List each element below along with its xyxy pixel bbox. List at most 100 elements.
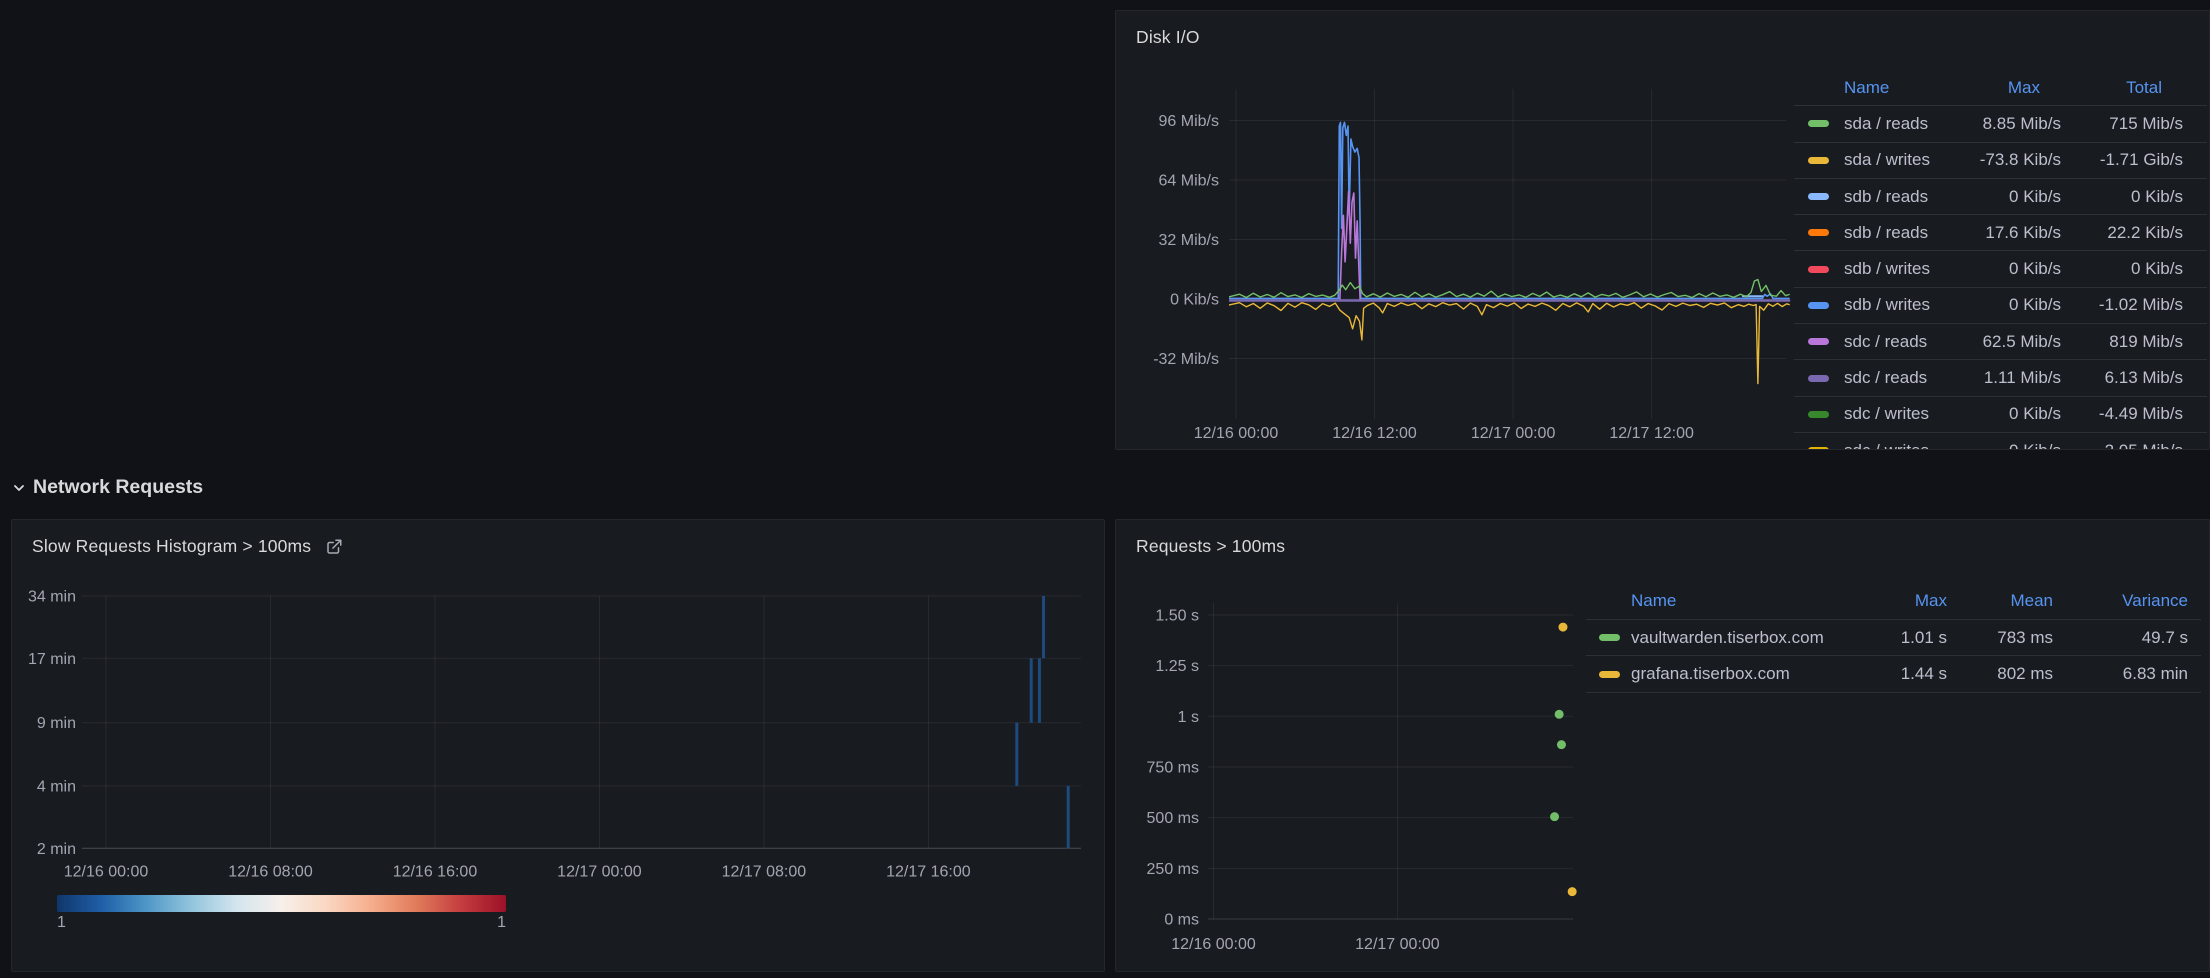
legend-row[interactable]: sdb / writes0 Kib/s-1.02 Mib/s xyxy=(1794,288,2207,324)
svg-text:64 Mib/s: 64 Mib/s xyxy=(1159,172,1219,189)
legend-cell-max: 8.85 Mib/s xyxy=(1945,114,2061,134)
legend-row[interactable]: sdb / writes0 Kib/s0 Kib/s xyxy=(1794,251,2207,287)
legend-cell-max: 1.11 Mib/s xyxy=(1945,368,2061,388)
svg-text:12/16 00:00: 12/16 00:00 xyxy=(1171,936,1256,953)
legend-header-total[interactable]: Total xyxy=(2061,78,2183,98)
legend-header-max[interactable]: Max xyxy=(1945,78,2061,98)
svg-text:12/17 00:00: 12/17 00:00 xyxy=(557,864,642,881)
legend-swatch-spacer xyxy=(1599,597,1620,604)
svg-text:96 Mib/s: 96 Mib/s xyxy=(1159,113,1219,130)
svg-text:12/17 08:00: 12/17 08:00 xyxy=(722,864,807,881)
legend-row[interactable]: vaultwarden.tiserbox.com1.01 s783 ms49.7… xyxy=(1586,620,2201,657)
disk-legend-rows: sda / reads8.85 Mib/s715 Mib/ssda / writ… xyxy=(1794,106,2207,450)
legend-cell-name: sdc / writes xyxy=(1844,441,1945,450)
series-color-swatch xyxy=(1808,229,1829,236)
legend-row[interactable]: sda / writes-73.8 Kib/s-1.71 Gib/s xyxy=(1794,143,2207,179)
svg-text:500 ms: 500 ms xyxy=(1147,810,1199,827)
legend-cell-name: sdc / reads xyxy=(1844,368,1945,388)
legend-row[interactable]: sdb / reads17.6 Kib/s22.2 Kib/s xyxy=(1794,215,2207,251)
svg-text:1 s: 1 s xyxy=(1178,709,1199,726)
legend-row[interactable]: sdc / reads1.11 Mib/s6.13 Mib/s xyxy=(1794,360,2207,396)
requests-legend-rows: vaultwarden.tiserbox.com1.01 s783 ms49.7… xyxy=(1586,620,2201,693)
legend-cell-total: 715 Mib/s xyxy=(2061,114,2183,134)
svg-text:32 Mib/s: 32 Mib/s xyxy=(1159,232,1219,249)
requests-legend-header-row: Name Max Mean Variance xyxy=(1586,583,2201,620)
legend-row[interactable]: sdc / writes0 Kib/s-2.05 Mib/s xyxy=(1794,433,2207,450)
legend-cell-variance: 49.7 s xyxy=(2053,628,2188,648)
legend-cell-total: -1.02 Mib/s xyxy=(2061,295,2183,315)
legend-cell-max: 0 Kib/s xyxy=(1945,295,2061,315)
svg-text:12/17 00:00: 12/17 00:00 xyxy=(1355,936,1440,953)
grafana-dashboard: Disk I/O 12/16 00:0012/16 12:0012/17 00:… xyxy=(0,0,2210,978)
legend-cell-name: sdb / reads xyxy=(1844,223,1945,243)
svg-text:12/16 00:00: 12/16 00:00 xyxy=(64,864,149,881)
legend-header-name[interactable]: Name xyxy=(1631,591,1852,611)
series-color-swatch xyxy=(1808,375,1829,382)
legend-cell-name: sdb / writes xyxy=(1844,259,1945,279)
svg-text:12/17 12:00: 12/17 12:00 xyxy=(1609,425,1694,442)
legend-row[interactable]: sdc / reads62.5 Mib/s819 Mib/s xyxy=(1794,324,2207,360)
requests-legend: Name Max Mean Variance vaultwarden.tiser… xyxy=(1586,583,2201,693)
legend-cell-total: 22.2 Kib/s xyxy=(2061,223,2183,243)
svg-text:12/16 16:00: 12/16 16:00 xyxy=(393,864,478,881)
series-color-swatch xyxy=(1808,338,1829,345)
legend-row[interactable]: sdc / writes0 Kib/s-4.49 Mib/s xyxy=(1794,397,2207,433)
legend-swatch-spacer xyxy=(1808,84,1829,91)
series-color-swatch xyxy=(1808,447,1829,450)
color-scale-max: 1 xyxy=(497,914,506,932)
legend-header-max[interactable]: Max xyxy=(1852,591,1947,611)
legend-cell-mean: 783 ms xyxy=(1947,628,2053,648)
legend-row[interactable]: sda / reads8.85 Mib/s715 Mib/s xyxy=(1794,106,2207,142)
disk-io-legend: Name Max Total sda / reads8.85 Mib/s715 … xyxy=(1794,70,2207,450)
legend-cell-max: 17.6 Kib/s xyxy=(1945,223,2061,243)
legend-cell-name: sdb / writes xyxy=(1844,295,1945,315)
svg-text:9 min: 9 min xyxy=(37,715,76,732)
series-color-swatch xyxy=(1808,266,1829,273)
series-color-swatch xyxy=(1808,120,1829,127)
legend-cell-name: sda / writes xyxy=(1844,150,1945,170)
legend-cell-mean: 802 ms xyxy=(1947,664,2053,684)
svg-text:12/17 16:00: 12/17 16:00 xyxy=(886,864,971,881)
legend-cell-name: vaultwarden.tiserbox.com xyxy=(1631,628,1852,648)
legend-header-mean[interactable]: Mean xyxy=(1947,591,2053,611)
legend-cell-name: sdc / writes xyxy=(1844,404,1945,424)
svg-text:0 ms: 0 ms xyxy=(1164,912,1199,929)
svg-text:1.25 s: 1.25 s xyxy=(1155,658,1199,675)
legend-cell-total: -2.05 Mib/s xyxy=(2061,441,2183,450)
heatmap-color-scale xyxy=(57,895,506,912)
section-row-network-requests[interactable]: Network Requests xyxy=(12,476,203,499)
svg-text:12/16 00:00: 12/16 00:00 xyxy=(1194,425,1279,442)
svg-text:2 min: 2 min xyxy=(37,841,76,858)
svg-text:12/16 12:00: 12/16 12:00 xyxy=(1332,425,1417,442)
svg-text:0 Kib/s: 0 Kib/s xyxy=(1170,292,1219,309)
svg-text:4 min: 4 min xyxy=(37,779,76,796)
heatmap-color-scale-labels: 1 1 xyxy=(57,914,506,932)
legend-header-variance[interactable]: Variance xyxy=(2053,591,2188,611)
legend-cell-max: 1.01 s xyxy=(1852,628,1947,648)
legend-cell-name: sdc / reads xyxy=(1844,332,1945,352)
svg-text:-32 Mib/s: -32 Mib/s xyxy=(1153,351,1219,368)
legend-cell-total: 0 Kib/s xyxy=(2061,187,2183,207)
legend-cell-max: 0 Kib/s xyxy=(1945,441,2061,450)
legend-cell-variance: 6.83 min xyxy=(2053,664,2188,684)
legend-cell-total: 6.13 Mib/s xyxy=(2061,368,2183,388)
svg-text:12/16 08:00: 12/16 08:00 xyxy=(228,864,313,881)
legend-cell-max: 0 Kib/s xyxy=(1945,187,2061,207)
legend-cell-total: 0 Kib/s xyxy=(2061,259,2183,279)
legend-cell-max: 62.5 Mib/s xyxy=(1945,332,2061,352)
legend-cell-name: grafana.tiserbox.com xyxy=(1631,664,1852,684)
panel-disk-io: Disk I/O 12/16 00:0012/16 12:0012/17 00:… xyxy=(1115,10,2210,450)
series-color-swatch xyxy=(1808,157,1829,164)
section-title: Network Requests xyxy=(33,476,203,499)
chevron-down-icon xyxy=(12,481,26,495)
legend-cell-max: 0 Kib/s xyxy=(1945,259,2061,279)
series-color-swatch xyxy=(1808,411,1829,418)
legend-cell-name: sda / reads xyxy=(1844,114,1945,134)
svg-text:750 ms: 750 ms xyxy=(1147,759,1199,776)
legend-header-name[interactable]: Name xyxy=(1844,78,1945,98)
disk-legend-header-row: Name Max Total xyxy=(1794,70,2207,106)
series-color-swatch xyxy=(1599,671,1620,678)
legend-row[interactable]: sdb / reads0 Kib/s0 Kib/s xyxy=(1794,179,2207,215)
legend-cell-max: -73.8 Kib/s xyxy=(1945,150,2061,170)
legend-row[interactable]: grafana.tiserbox.com1.44 s802 ms6.83 min xyxy=(1586,656,2201,693)
